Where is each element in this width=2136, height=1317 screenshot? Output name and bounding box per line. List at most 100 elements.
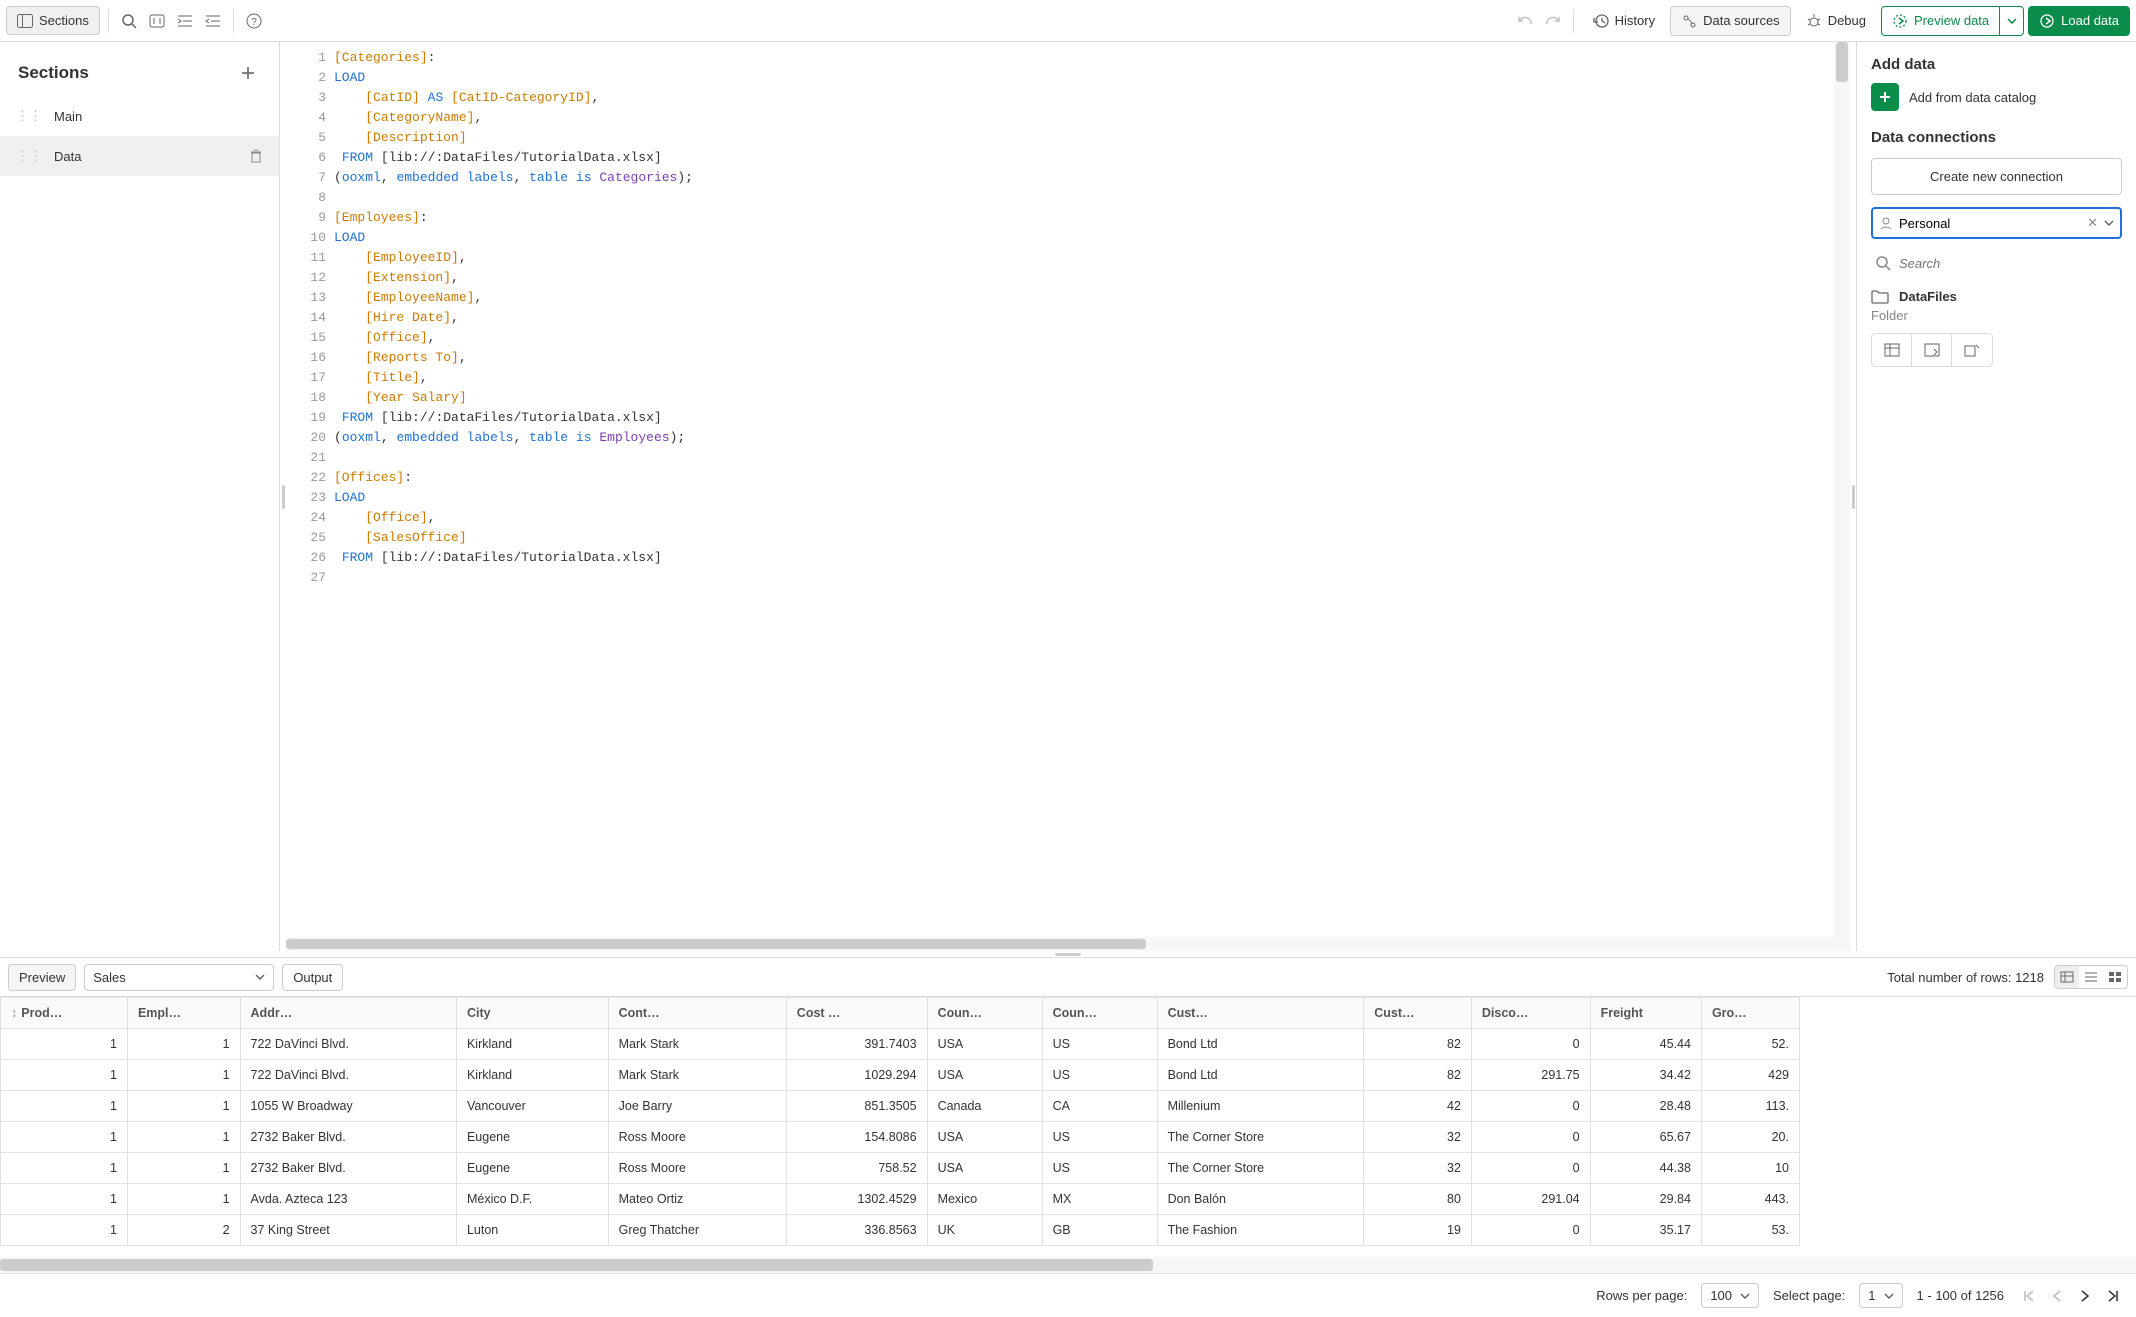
column-header[interactable]: Cont… (608, 998, 786, 1029)
table-row[interactable]: 11722 DaVinci Blvd.KirklandMark Stark391… (1, 1029, 1800, 1060)
column-header[interactable]: Cost … (786, 998, 927, 1029)
outdent-icon[interactable] (201, 9, 225, 33)
insert-script-icon[interactable] (1912, 334, 1952, 366)
output-tab[interactable]: Output (282, 964, 343, 991)
user-icon (1879, 216, 1893, 230)
redo-icon[interactable] (1541, 9, 1565, 33)
search-icon[interactable] (117, 9, 141, 33)
svg-text:?: ? (251, 17, 257, 28)
select-page-label: Select page: (1773, 1288, 1845, 1303)
column-header[interactable]: ↕Prod… (1, 998, 128, 1029)
data-sources-icon (1681, 13, 1697, 29)
search-input[interactable] (1899, 256, 2118, 271)
history-label: History (1615, 13, 1655, 28)
table-row[interactable]: 111055 W BroadwayVancouverJoe Barry851.3… (1, 1091, 1800, 1122)
folder-icon (1871, 290, 1889, 304)
column-header[interactable]: Coun… (927, 998, 1042, 1029)
clear-icon[interactable]: ✕ (2087, 215, 2098, 231)
history-button[interactable]: History (1582, 6, 1666, 36)
comment-icon[interactable] (145, 9, 169, 33)
total-rows-label: Total number of rows: 1218 (1887, 970, 2044, 985)
column-header[interactable]: Empl… (127, 998, 240, 1029)
connection-search[interactable] (1871, 249, 2122, 277)
editor-vscroll[interactable] (1834, 42, 1850, 937)
page-range-label: 1 - 100 of 1256 (1917, 1288, 2004, 1303)
table-row[interactable]: 11722 DaVinci Blvd.KirklandMark Stark102… (1, 1060, 1800, 1091)
first-page-icon[interactable] (2018, 1285, 2040, 1307)
preview-data-dropdown[interactable] (2000, 6, 2024, 36)
divider (1573, 9, 1574, 33)
help-icon[interactable]: ? (242, 9, 266, 33)
table-row[interactable]: 1237 King StreetLutonGreg Thatcher336.85… (1, 1215, 1800, 1246)
load-data-button[interactable]: Load data (2028, 6, 2130, 36)
next-page-icon[interactable] (2074, 1285, 2096, 1307)
divider (108, 9, 109, 33)
grid-hscroll[interactable] (0, 1257, 2136, 1273)
table-row[interactable]: 11Avda. Azteca 123México D.F.Mateo Ortiz… (1, 1184, 1800, 1215)
rows-per-page-select[interactable]: 100 (1701, 1283, 1759, 1308)
view-list-icon[interactable] (2079, 966, 2103, 988)
view-grid-icon[interactable] (2103, 966, 2127, 988)
connection-name: DataFiles (1899, 289, 1957, 304)
sidebar-item-label: Data (54, 149, 81, 164)
table-row[interactable]: 112732 Baker Blvd.EugeneRoss Moore154.80… (1, 1122, 1800, 1153)
sections-toggle-label: Sections (39, 13, 89, 28)
last-page-icon[interactable] (2102, 1285, 2124, 1307)
prev-page-icon[interactable] (2046, 1285, 2068, 1307)
sidebar-item-main[interactable]: ⋮⋮Main (0, 96, 279, 136)
editor-hscroll[interactable] (286, 937, 1850, 951)
sidebar-title: Sections (18, 63, 89, 83)
debug-label: Debug (1828, 13, 1866, 28)
top-toolbar: Sections ? History Data sources Debug Pr… (0, 0, 2136, 42)
add-catalog-label: Add from data catalog (1909, 90, 2036, 105)
delete-icon[interactable] (249, 149, 263, 163)
select-page-select[interactable]: 1 (1859, 1283, 1902, 1308)
debug-icon (1806, 13, 1822, 29)
connection-item[interactable]: DataFiles Folder (1871, 289, 2122, 367)
column-header[interactable]: Coun… (1042, 998, 1157, 1029)
preview-data-button[interactable]: Preview data (1881, 6, 2000, 36)
debug-button[interactable]: Debug (1795, 6, 1877, 36)
plus-icon (1871, 83, 1899, 111)
data-sources-button[interactable]: Data sources (1670, 6, 1791, 36)
rows-per-page-label: Rows per page: (1596, 1288, 1687, 1303)
column-header[interactable]: Addr… (240, 998, 456, 1029)
table-row[interactable]: 112732 Baker Blvd.EugeneRoss Moore758.52… (1, 1153, 1800, 1184)
add-section-button[interactable] (235, 60, 261, 86)
preview-grid[interactable]: ↕Prod…Empl…Addr…CityCont…Cost …Coun…Coun… (0, 997, 2136, 1257)
column-header[interactable]: Gro… (1701, 998, 1799, 1029)
history-icon (1593, 13, 1609, 29)
drag-icon: ⋮⋮ (16, 148, 42, 164)
column-header[interactable]: Disco… (1471, 998, 1590, 1029)
undo-icon[interactable] (1513, 9, 1537, 33)
sections-sidebar: Sections ⋮⋮Main ⋮⋮ Data (0, 42, 280, 951)
table-selector[interactable]: Sales (84, 964, 274, 991)
add-data-title: Add data (1871, 56, 2122, 73)
panel-icon (17, 14, 33, 28)
column-header[interactable]: Cust… (1364, 998, 1472, 1029)
view-table-icon[interactable] (2055, 966, 2079, 988)
create-connection-button[interactable]: Create new connection (1871, 158, 2122, 195)
sidebar-item-data[interactable]: ⋮⋮ Data (0, 136, 279, 176)
connection-type: Folder (1871, 308, 2122, 323)
edit-connection-icon[interactable] (1952, 334, 1992, 366)
data-connections-title: Data connections (1871, 129, 2122, 146)
add-from-catalog-button[interactable]: Add from data catalog (1871, 83, 2122, 111)
sections-toggle[interactable]: Sections (6, 6, 100, 35)
select-data-icon[interactable] (1872, 334, 1912, 366)
space-selector[interactable]: ✕ (1871, 207, 2122, 239)
view-toggle (2054, 965, 2128, 989)
code-area[interactable]: [Categories]:LOAD [CatID] AS [CatID-Cate… (334, 42, 1834, 937)
column-header[interactable]: Freight (1590, 998, 1701, 1029)
script-editor[interactable]: 1234567891011121314151617181920212223242… (286, 42, 1850, 951)
chevron-down-icon[interactable] (2104, 220, 2114, 226)
preview-tab[interactable]: Preview (8, 964, 76, 991)
column-header[interactable]: City (456, 998, 608, 1029)
preview-icon (1892, 13, 1908, 29)
data-sources-label: Data sources (1703, 13, 1780, 28)
indent-icon[interactable] (173, 9, 197, 33)
column-header[interactable]: Cust… (1157, 998, 1364, 1029)
preview-data-label: Preview data (1914, 13, 1989, 28)
pagination-footer: Rows per page: 100 Select page: 1 1 - 10… (0, 1273, 2136, 1317)
space-input[interactable] (1899, 216, 2081, 231)
